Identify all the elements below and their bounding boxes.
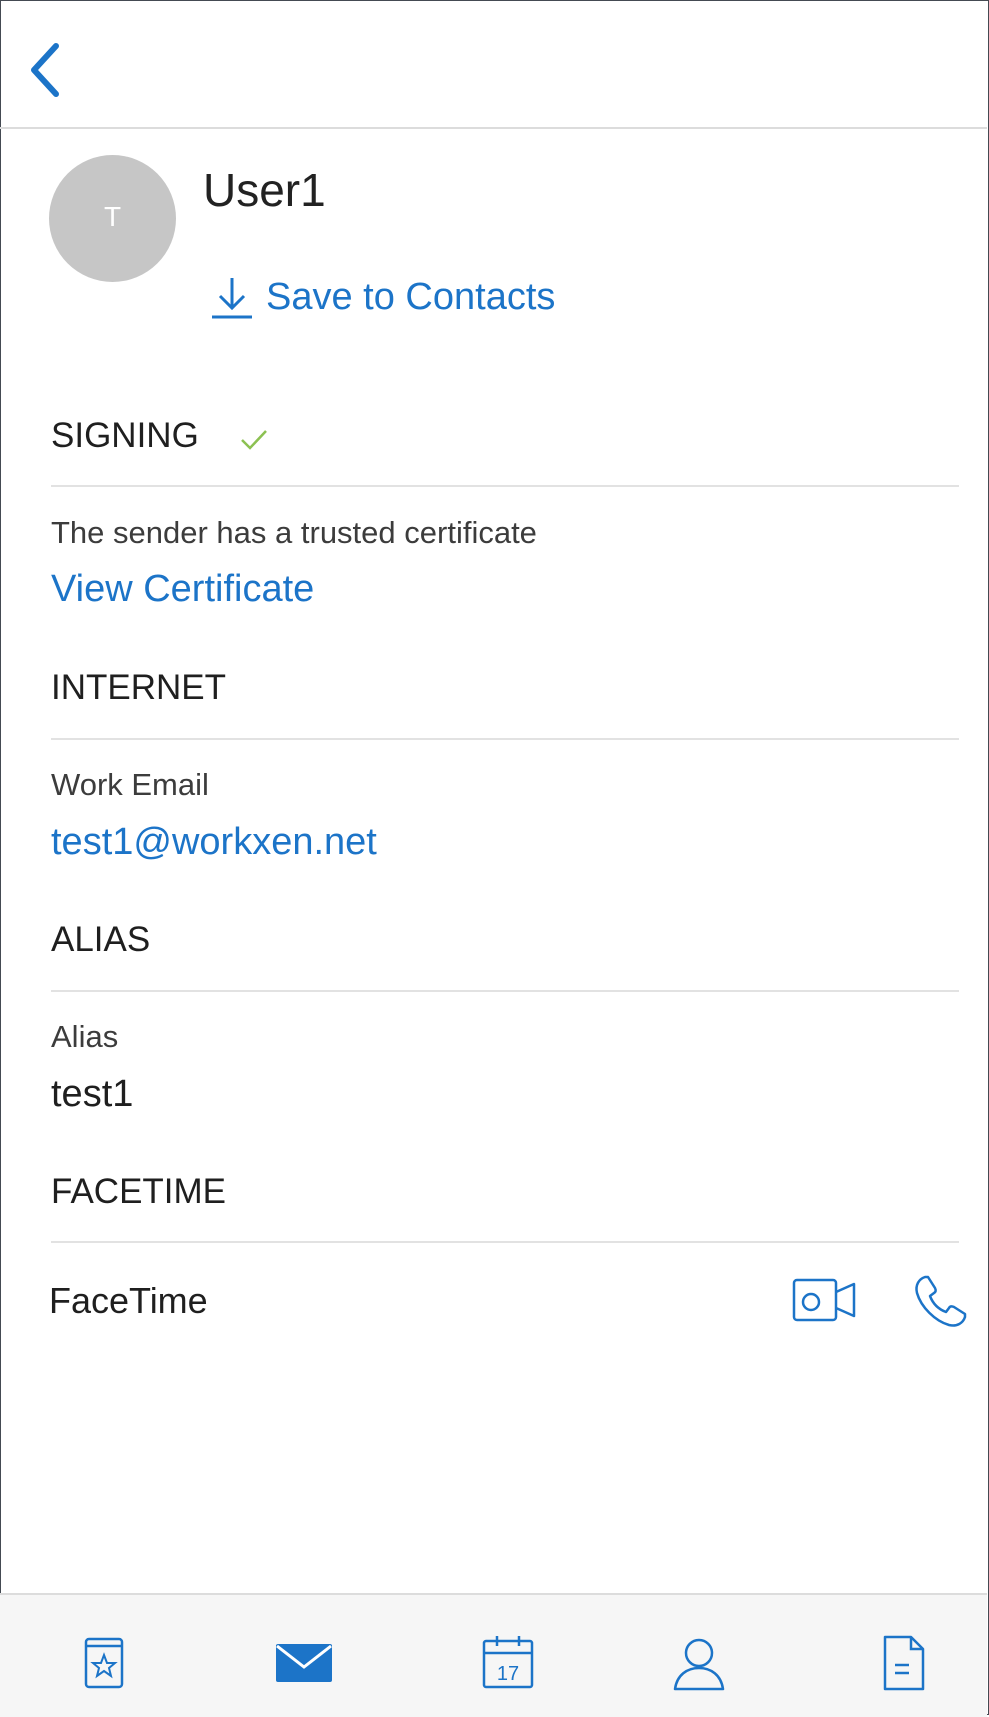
avatar-initial: T bbox=[103, 201, 122, 232]
work-email-label: Work Email bbox=[51, 767, 209, 802]
certificate-status-text: The sender has a trusted certificate bbox=[51, 515, 537, 550]
calendar-icon[interactable]: 17 bbox=[478, 1633, 538, 1693]
signing-section-header: SIGNING bbox=[51, 416, 199, 455]
internet-section-header: INTERNET bbox=[51, 668, 226, 707]
view-certificate-link[interactable]: View Certificate bbox=[51, 568, 314, 611]
calendar-day-number: 17 bbox=[497, 1663, 519, 1685]
divider bbox=[51, 738, 959, 740]
video-camera-icon[interactable] bbox=[792, 1276, 858, 1324]
facetime-section-header: FACETIME bbox=[51, 1172, 227, 1211]
alias-section-header: ALIAS bbox=[51, 920, 151, 959]
facetime-label: FaceTime bbox=[49, 1280, 208, 1321]
divider bbox=[51, 990, 959, 992]
divider bbox=[51, 485, 959, 487]
save-to-contacts-button[interactable]: Save to Contacts bbox=[210, 270, 555, 325]
contact-name: User1 bbox=[203, 164, 326, 216]
phone-icon[interactable] bbox=[911, 1273, 969, 1331]
avatar: T bbox=[49, 155, 176, 282]
download-icon bbox=[212, 277, 252, 318]
checkmark-icon bbox=[241, 430, 267, 450]
navigation-bar bbox=[0, 0, 987, 129]
divider bbox=[51, 1241, 959, 1243]
contacts-icon[interactable] bbox=[669, 1633, 729, 1693]
back-chevron-icon[interactable] bbox=[26, 40, 66, 100]
mail-icon[interactable] bbox=[274, 1633, 334, 1693]
save-to-contacts-label: Save to Contacts bbox=[266, 276, 556, 318]
alias-label: Alias bbox=[51, 1019, 119, 1054]
files-icon[interactable] bbox=[873, 1633, 933, 1693]
bottom-tab-bar: 17 bbox=[0, 1593, 987, 1717]
work-email-link[interactable]: test1@workxen.net bbox=[51, 821, 377, 864]
alias-value: test1 bbox=[51, 1073, 134, 1115]
favorites-icon[interactable] bbox=[75, 1633, 135, 1693]
